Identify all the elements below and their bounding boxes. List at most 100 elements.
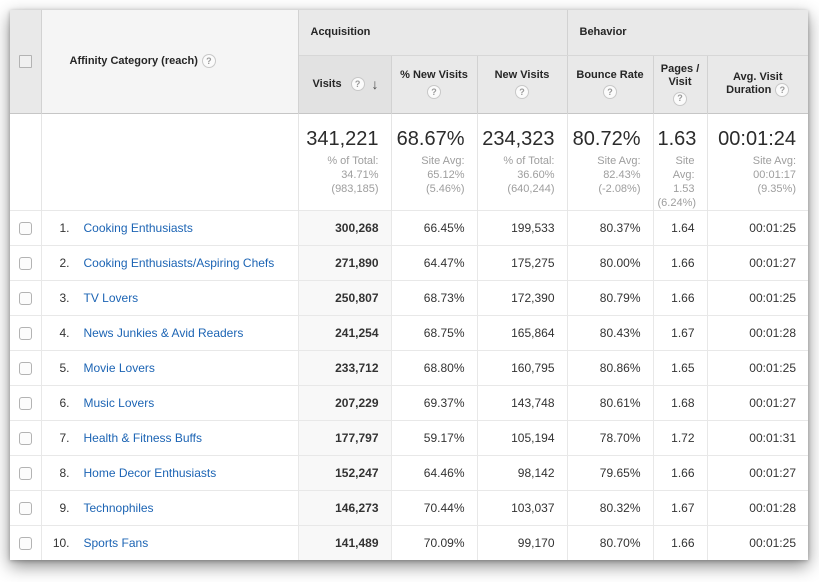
row-checkbox-cell — [10, 455, 41, 490]
summary-new-visits: 234,323 % of Total: 36.60% (640,244) — [477, 113, 567, 210]
avg-duration-header-label: Avg. Visit Duration — [726, 71, 782, 96]
select-all-checkbox[interactable] — [19, 55, 32, 68]
category-link[interactable]: News Junkies & Avid Readers — [84, 326, 244, 340]
row-number: 10. — [42, 536, 70, 550]
help-icon[interactable]: ? — [202, 54, 216, 68]
row-checkbox[interactable] — [19, 327, 32, 340]
summary-empty-cell — [10, 113, 41, 210]
summary-avg-duration-value: 00:01:24 — [712, 128, 797, 151]
acquisition-label: Acquisition — [311, 26, 371, 38]
pct-new-visits-cell: 68.73% — [391, 280, 477, 315]
row-number: 1. — [42, 221, 70, 235]
row-number: 4. — [42, 326, 70, 340]
table-row: 3.TV Lovers 250,807 68.73% 172,390 80.79… — [10, 280, 808, 315]
summary-pages-visit-subtext: Site Avg: 1.53 (6.24%) — [658, 154, 695, 210]
category-link[interactable]: Health & Fitness Buffs — [84, 431, 203, 445]
summary-new-visits-value: 234,323 — [482, 128, 555, 151]
summary-visits-subtext: % of Total: 34.71% (983,185) — [303, 154, 379, 196]
table-row: 6.Music Lovers 207,229 69.37% 143,748 80… — [10, 385, 808, 420]
row-checkbox[interactable] — [19, 362, 32, 375]
help-icon[interactable]: ? — [775, 83, 789, 97]
column-header-pct-new-visits[interactable]: % New Visits ? — [391, 55, 477, 113]
category-cell: 5.Movie Lovers — [41, 350, 298, 385]
table-row: 9.Technophiles 146,273 70.44% 103,037 80… — [10, 490, 808, 525]
bounce-rate-cell: 80.70% — [567, 525, 653, 560]
bounce-rate-cell: 80.00% — [567, 245, 653, 280]
group-header-acquisition: Acquisition — [298, 10, 567, 55]
bounce-rate-cell: 80.86% — [567, 350, 653, 385]
table-row: 10.Sports Fans 141,489 70.09% 99,170 80.… — [10, 525, 808, 560]
pct-new-visits-header-label: % New Visits — [400, 69, 468, 82]
dimension-header-cell[interactable]: Affinity Category (reach)? — [41, 10, 298, 113]
category-link[interactable]: Cooking Enthusiasts/Aspiring Chefs — [84, 256, 275, 270]
pct-new-visits-cell: 70.09% — [391, 525, 477, 560]
help-icon[interactable]: ? — [351, 77, 365, 91]
column-header-bounce-rate[interactable]: Bounce Rate ? — [567, 55, 653, 113]
avg-duration-cell: 00:01:25 — [707, 525, 808, 560]
category-cell: 9.Technophiles — [41, 490, 298, 525]
row-number: 6. — [42, 396, 70, 410]
column-header-new-visits[interactable]: New Visits ? — [477, 55, 567, 113]
help-icon[interactable]: ? — [515, 85, 529, 99]
category-link[interactable]: Music Lovers — [84, 396, 155, 410]
pages-visit-cell: 1.66 — [653, 525, 707, 560]
help-icon[interactable]: ? — [427, 85, 441, 99]
column-header-visits[interactable]: Visits? ↓ — [298, 55, 391, 113]
select-all-header-cell — [10, 10, 41, 113]
row-checkbox[interactable] — [19, 432, 32, 445]
table-header: Affinity Category (reach)? Acquisition B… — [10, 10, 808, 113]
row-checkbox-cell — [10, 350, 41, 385]
category-link[interactable]: Sports Fans — [84, 536, 149, 550]
pages-visit-cell: 1.64 — [653, 210, 707, 245]
affinity-category-table: Affinity Category (reach)? Acquisition B… — [10, 10, 808, 560]
visits-cell: 300,268 — [298, 210, 391, 245]
visits-cell: 250,807 — [298, 280, 391, 315]
column-header-pages-visit[interactable]: Pages / Visit ? — [653, 55, 707, 113]
help-icon[interactable]: ? — [603, 85, 617, 99]
help-icon[interactable]: ? — [673, 92, 687, 106]
summary-avg-duration-subtext: Site Avg: 00:01:17 (9.35%) — [712, 154, 797, 196]
row-checkbox[interactable] — [19, 502, 32, 515]
category-cell: 8.Home Decor Enthusiasts — [41, 455, 298, 490]
avg-duration-cell: 00:01:28 — [707, 315, 808, 350]
column-header-avg-duration[interactable]: Avg. Visit Duration? — [707, 55, 808, 113]
row-checkbox[interactable] — [19, 537, 32, 550]
visits-cell: 233,712 — [298, 350, 391, 385]
category-link[interactable]: Cooking Enthusiasts — [84, 221, 193, 235]
pages-visit-cell: 1.72 — [653, 420, 707, 455]
summary-visits-value: 341,221 — [303, 128, 379, 151]
bounce-rate-cell: 80.43% — [567, 315, 653, 350]
table-row: 2.Cooking Enthusiasts/Aspiring Chefs 271… — [10, 245, 808, 280]
new-visits-cell: 172,390 — [477, 280, 567, 315]
bounce-rate-cell: 80.61% — [567, 385, 653, 420]
sort-descending-icon[interactable]: ↓ — [372, 76, 379, 92]
summary-pages-visit-value: 1.63 — [658, 128, 695, 151]
category-cell: 1. Cooking Enthusiasts — [41, 210, 298, 245]
avg-duration-cell: 00:01:25 — [707, 350, 808, 385]
row-checkbox[interactable] — [19, 397, 32, 410]
row-checkbox-cell — [10, 420, 41, 455]
category-link[interactable]: Movie Lovers — [84, 361, 155, 375]
avg-duration-cell: 00:01:25 — [707, 210, 808, 245]
behavior-label: Behavior — [580, 26, 627, 38]
new-visits-cell: 160,795 — [477, 350, 567, 385]
summary-bounce-rate-value: 80.72% — [572, 128, 641, 151]
new-visits-cell: 103,037 — [477, 490, 567, 525]
row-checkbox-cell — [10, 280, 41, 315]
category-link[interactable]: Home Decor Enthusiasts — [84, 466, 217, 480]
summary-avg-duration: 00:01:24 Site Avg: 00:01:17 (9.35%) — [707, 113, 808, 210]
summary-new-visits-subtext: % of Total: 36.60% (640,244) — [482, 154, 555, 196]
category-link[interactable]: Technophiles — [84, 501, 154, 515]
bounce-rate-cell: 80.32% — [567, 490, 653, 525]
category-cell: 7.Health & Fitness Buffs — [41, 420, 298, 455]
new-visits-cell: 105,194 — [477, 420, 567, 455]
row-checkbox[interactable] — [19, 222, 32, 235]
category-cell: 6. Music Lovers — [41, 385, 298, 420]
pct-new-visits-cell: 64.46% — [391, 455, 477, 490]
row-checkbox[interactable] — [19, 292, 32, 305]
row-checkbox[interactable] — [19, 467, 32, 480]
category-link[interactable]: TV Lovers — [84, 291, 139, 305]
row-checkbox[interactable] — [19, 257, 32, 270]
row-number: 3. — [42, 291, 70, 305]
avg-duration-cell: 00:01:28 — [707, 490, 808, 525]
